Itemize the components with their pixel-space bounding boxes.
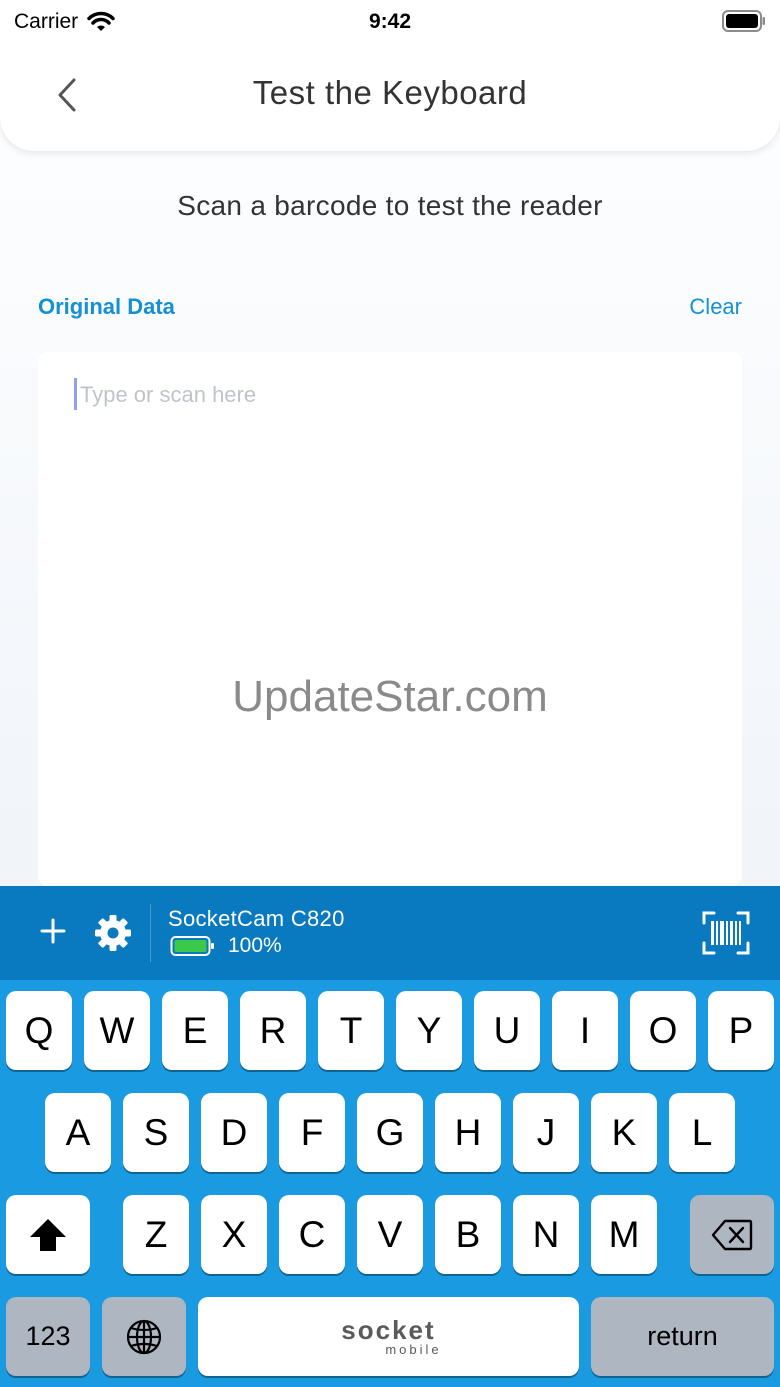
numbers-key[interactable]: 123 <box>6 1297 90 1376</box>
key-t[interactable]: T <box>318 991 384 1070</box>
return-key[interactable]: return <box>591 1297 774 1376</box>
key-s[interactable]: S <box>123 1093 189 1172</box>
space-logo-bottom: mobile <box>385 1341 442 1357</box>
plus-icon[interactable] <box>38 916 68 946</box>
key-p[interactable]: P <box>708 991 774 1070</box>
key-r[interactable]: R <box>240 991 306 1070</box>
key-f[interactable]: F <box>279 1093 345 1172</box>
key-d[interactable]: D <box>201 1093 267 1172</box>
barcode-scan-icon[interactable] <box>702 911 750 955</box>
shift-key[interactable] <box>6 1195 90 1274</box>
status-bar: Carrier 9:42 <box>0 0 780 44</box>
key-w[interactable]: W <box>84 991 150 1070</box>
status-time: 9:42 <box>368 10 412 33</box>
key-e[interactable]: E <box>162 991 228 1070</box>
key-g[interactable]: G <box>357 1093 423 1172</box>
key-l[interactable]: L <box>669 1093 735 1172</box>
keyboard: 123 socket mobile return QWERTYUIOP AS D … <box>0 980 780 1387</box>
device-battery: 100% <box>170 934 282 958</box>
space-logo-top: socket <box>341 1314 436 1345</box>
globe-icon <box>126 1319 162 1354</box>
space-key[interactable]: socket mobile <box>198 1297 579 1376</box>
key-o[interactable]: O <box>630 991 696 1070</box>
backspace-key[interactable] <box>690 1195 774 1274</box>
page-title: Test the Keyboard <box>252 74 528 111</box>
device-battery-icon <box>170 936 214 956</box>
watermark: UpdateStar.com <box>232 672 548 721</box>
toolbar-divider <box>150 904 151 962</box>
key-n[interactable]: N <box>513 1195 579 1274</box>
gear-icon[interactable] <box>93 913 133 953</box>
key-c[interactable]: C <box>279 1195 345 1274</box>
instruction-text: Scan a barcode to test the reader <box>177 190 603 221</box>
key-j[interactable]: J <box>513 1093 579 1172</box>
key-y[interactable]: Y <box>396 991 462 1070</box>
battery-percentage: 100% <box>228 934 282 957</box>
device-name: SocketCam C820 <box>168 906 345 931</box>
key-m[interactable]: M <box>591 1195 657 1274</box>
data-text-area[interactable] <box>38 352 742 886</box>
key-b[interactable]: B <box>435 1195 501 1274</box>
globe-key[interactable] <box>102 1297 186 1376</box>
scanner-toolbar: SocketCam C820 100% <box>0 886 780 980</box>
key-k[interactable]: K <box>591 1093 657 1172</box>
scan-input[interactable] <box>74 380 714 410</box>
shift-arrow-icon <box>30 1218 66 1251</box>
original-data-label: Original Data <box>38 294 175 319</box>
key-x[interactable]: X <box>201 1195 267 1274</box>
backspace-icon <box>711 1219 753 1250</box>
key-q[interactable]: Q <box>6 991 72 1070</box>
key-h[interactable]: H <box>435 1093 501 1172</box>
key-z[interactable]: Z <box>123 1195 189 1274</box>
key-a[interactable]: A <box>45 1093 111 1172</box>
key-u[interactable]: U <box>474 991 540 1070</box>
clear-button[interactable]: Clear <box>689 294 742 320</box>
key-i[interactable]: I <box>552 991 618 1070</box>
battery-icon <box>722 10 765 32</box>
key-v[interactable]: V <box>357 1195 423 1274</box>
